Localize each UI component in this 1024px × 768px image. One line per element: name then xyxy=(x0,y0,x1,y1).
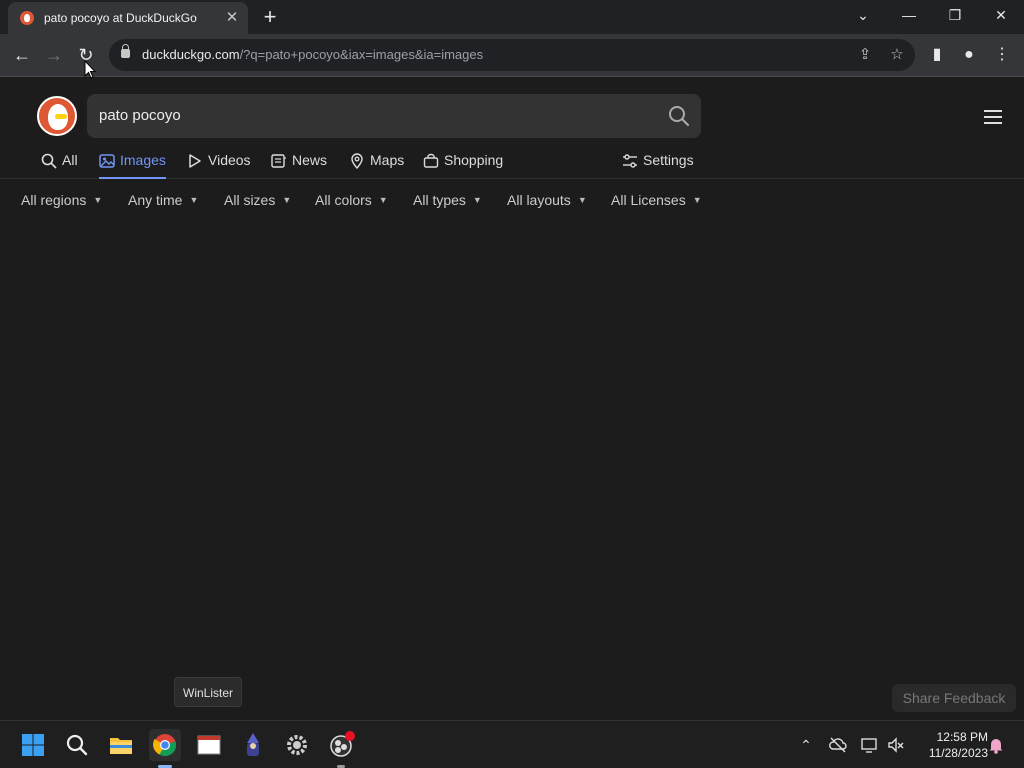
search-icon[interactable] xyxy=(61,729,93,761)
windows-taskbar: ⌃ 12:58 PM 11/28/2023 xyxy=(0,720,1024,768)
filter-types-dropdown[interactable]: All types ▼ xyxy=(413,192,482,208)
map-pin-icon xyxy=(351,153,363,169)
caret-down-icon: ▼ xyxy=(472,195,482,205)
taskbar-tooltip: WinLister xyxy=(174,677,243,707)
tab-title: pato pocoyo at DuckDuckGo xyxy=(44,11,197,25)
caret-down-icon: ▼ xyxy=(93,195,103,205)
tab-images[interactable]: Images xyxy=(99,152,166,179)
wizard-app-icon[interactable] xyxy=(237,729,269,761)
network-icon[interactable] xyxy=(860,735,880,755)
hamburger-menu-icon[interactable] xyxy=(984,110,1002,124)
tab-search-chevron-icon[interactable]: ⌄ xyxy=(849,4,877,26)
mouse-cursor-icon xyxy=(84,60,96,79)
filter-time-dropdown[interactable]: Any time ▼ xyxy=(128,192,198,208)
settings-sliders-icon xyxy=(623,154,637,168)
search-icon[interactable] xyxy=(667,104,691,128)
cloud-offline-icon[interactable] xyxy=(828,735,848,755)
browser-toolbar: ← → ↻ duckduckgo.com/?q=pato+pocoyo&iax=… xyxy=(0,34,1024,77)
chrome-taskbar-button[interactable] xyxy=(149,729,181,761)
browser-menu-icon[interactable]: ⋮ xyxy=(992,45,1012,65)
filter-licenses-dropdown[interactable]: All Licenses ▼ xyxy=(611,192,702,208)
clock-time: 12:58 PM xyxy=(936,730,988,744)
browser-tab-strip: pato pocoyo at DuckDuckGo ✕ + ⌄ — ❐ ✕ xyxy=(0,0,1024,34)
url-text[interactable]: duckduckgo.com/?q=pato+pocoyo&iax=images… xyxy=(142,47,483,62)
search-box[interactable]: pato pocoyo xyxy=(87,94,701,138)
side-panel-icon[interactable]: ▮ xyxy=(927,45,947,65)
tab-news[interactable]: News xyxy=(271,152,327,179)
duckduckgo-favicon-icon xyxy=(20,11,34,25)
shopping-bag-icon xyxy=(423,153,439,168)
tab-shopping[interactable]: Shopping xyxy=(423,152,503,179)
lock-icon[interactable] xyxy=(121,44,130,58)
newspaper-icon xyxy=(271,154,286,168)
duckduckgo-logo[interactable] xyxy=(37,96,77,136)
filter-layouts-dropdown[interactable]: All layouts ▼ xyxy=(507,192,587,208)
play-icon xyxy=(189,154,201,168)
tab-videos[interactable]: Videos xyxy=(187,152,251,179)
filter-regions-dropdown[interactable]: All regions ▼ xyxy=(21,192,102,208)
search-input[interactable]: pato pocoyo xyxy=(99,107,181,124)
forward-button[interactable]: → xyxy=(42,43,66,67)
windows-start-icon[interactable] xyxy=(17,729,49,761)
obs-studio-icon[interactable] xyxy=(325,729,357,761)
minimize-button[interactable]: — xyxy=(895,4,923,26)
duckduckgo-page: pato pocoyo All Images Videos News Maps xyxy=(0,78,1024,720)
search-icon xyxy=(41,153,57,169)
system-clock[interactable]: 12:58 PM 11/28/2023 xyxy=(912,729,988,761)
tab-all[interactable]: All xyxy=(41,152,78,179)
notification-bell-icon[interactable] xyxy=(986,735,1006,755)
image-filters-bar: All regions ▼ Any time ▼ All sizes ▼ All co… xyxy=(0,188,1024,212)
close-window-button[interactable]: ✕ xyxy=(987,4,1015,26)
back-button[interactable]: ← xyxy=(10,43,34,67)
caret-down-icon: ▼ xyxy=(189,195,199,205)
clock-date: 11/28/2023 xyxy=(928,746,988,760)
chrome-icon xyxy=(153,734,177,757)
window-app-icon[interactable] xyxy=(193,729,225,761)
new-tab-button[interactable]: + xyxy=(258,6,282,30)
close-tab-icon[interactable]: ✕ xyxy=(224,10,240,26)
profile-icon[interactable]: ● xyxy=(959,45,979,65)
image-icon xyxy=(99,154,115,168)
file-explorer-icon[interactable] xyxy=(105,729,137,761)
search-type-tabs: All Images Videos News Maps Shopping Set… xyxy=(0,150,1024,179)
caret-down-icon: ▼ xyxy=(282,195,292,205)
share-feedback-button[interactable]: Share Feedback xyxy=(892,684,1016,712)
caret-down-icon: ▼ xyxy=(378,195,388,205)
restore-button[interactable]: ❐ xyxy=(941,4,969,26)
browser-tab[interactable]: pato pocoyo at DuckDuckGo ✕ xyxy=(8,2,248,34)
share-icon[interactable]: ⇪ xyxy=(855,45,875,65)
settings-button[interactable]: Settings xyxy=(622,152,694,179)
caret-down-icon: ▼ xyxy=(577,195,587,205)
gear-app-icon[interactable] xyxy=(281,729,313,761)
caret-down-icon: ▼ xyxy=(692,195,702,205)
chevron-up-icon[interactable]: ⌃ xyxy=(796,735,816,755)
volume-muted-icon[interactable] xyxy=(886,735,906,755)
address-bar[interactable]: duckduckgo.com/?q=pato+pocoyo&iax=images… xyxy=(109,39,915,71)
filter-sizes-dropdown[interactable]: All sizes ▼ xyxy=(224,192,291,208)
bookmark-star-icon[interactable]: ☆ xyxy=(887,45,907,65)
filter-colors-dropdown[interactable]: All colors ▼ xyxy=(315,192,388,208)
tab-maps[interactable]: Maps xyxy=(349,152,404,179)
